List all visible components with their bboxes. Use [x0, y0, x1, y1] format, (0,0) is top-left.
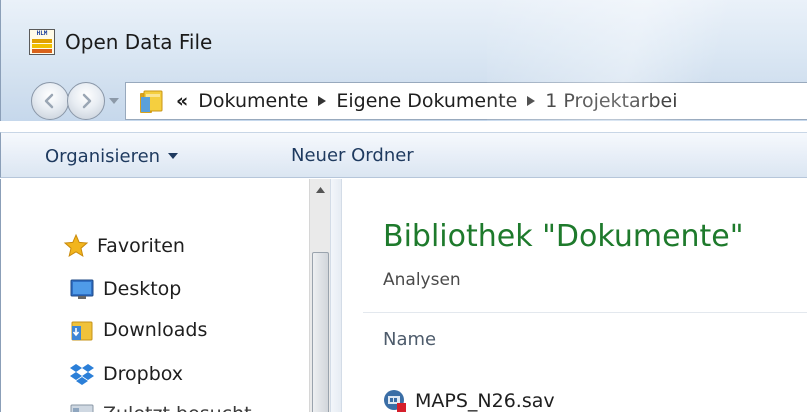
- command-bar: Organisieren Neuer Ordner: [0, 132, 807, 178]
- file-list-item[interactable]: MAPS_N26.sav: [383, 387, 555, 412]
- nav-item-label: Downloads: [103, 319, 208, 341]
- pane-splitter[interactable]: [330, 179, 342, 412]
- nav-pane-scrollbar[interactable]: [309, 179, 331, 412]
- app-icon-label: HLM: [36, 30, 48, 37]
- breadcrumb-separator[interactable]: [527, 96, 536, 106]
- chevron-right-icon: [318, 96, 327, 106]
- chevron-up-icon: [316, 187, 325, 193]
- window-title: Open Data File: [65, 30, 213, 54]
- organize-button[interactable]: Organisieren: [45, 143, 179, 169]
- title-bar[interactable]: HLM Open Data File: [1, 0, 807, 80]
- dropbox-icon: [70, 364, 94, 385]
- chevron-right-icon: [527, 96, 536, 106]
- column-header-name[interactable]: Name: [383, 329, 436, 350]
- star-icon: [63, 233, 89, 258]
- nav-item-favorites[interactable]: Favoriten: [63, 231, 185, 261]
- chevron-down-icon: [109, 98, 119, 104]
- file-name: MAPS_N26.sav: [415, 390, 555, 412]
- navigation-pane: Favoriten Desktop Downloads Dropbox: [0, 179, 331, 412]
- nav-item-desktop[interactable]: Desktop: [69, 274, 181, 304]
- breadcrumb-separator[interactable]: [318, 96, 327, 106]
- address-bar[interactable]: « Dokumente Eigene Dokumente 1 Projektar…: [125, 82, 807, 120]
- nav-item-label: Favoriten: [97, 235, 185, 257]
- forward-arrow-icon: [82, 93, 92, 109]
- chevron-down-icon: [168, 153, 179, 159]
- library-folder-icon: [140, 90, 163, 113]
- recent-places-icon: [70, 404, 94, 412]
- recent-locations-button[interactable]: [107, 94, 121, 108]
- sav-data-file-icon: [384, 390, 406, 412]
- desktop-icon: [70, 279, 94, 299]
- window-chrome: HLM Open Data File « Dokumente Eigene Do…: [0, 0, 807, 121]
- content-pane: Bibliothek "Dokumente" Analysen Name MAP…: [343, 179, 807, 412]
- organize-label: Organisieren: [45, 145, 161, 167]
- open-data-file-dialog: HLM Open Data File « Dokumente Eigene Do…: [0, 0, 807, 412]
- back-button[interactable]: [31, 82, 69, 120]
- library-subtitle[interactable]: Analysen: [383, 270, 461, 290]
- breadcrumb-dokumente[interactable]: Dokumente: [198, 90, 308, 112]
- nav-item-label: Dropbox: [103, 363, 184, 385]
- downloads-folder-icon: [71, 321, 93, 341]
- breadcrumb-eigene-dokumente[interactable]: Eigene Dokumente: [336, 90, 517, 112]
- nav-item-recent[interactable]: Zuletzt besucht: [69, 399, 252, 412]
- header-divider: [363, 312, 807, 313]
- new-folder-button[interactable]: Neuer Ordner: [291, 143, 414, 169]
- nav-item-label: Desktop: [103, 278, 182, 300]
- breadcrumb-projektarbeit[interactable]: 1 Projektarbei: [545, 90, 677, 112]
- nav-item-downloads[interactable]: Downloads: [69, 315, 207, 345]
- back-arrow-icon: [44, 93, 54, 109]
- app-icon: HLM: [29, 29, 55, 55]
- nav-item-dropbox[interactable]: Dropbox: [69, 359, 183, 389]
- forward-button[interactable]: [67, 82, 105, 120]
- scroll-up-button[interactable]: [310, 179, 331, 201]
- nav-item-label: Zuletzt besucht: [103, 403, 252, 412]
- breadcrumb-overflow[interactable]: «: [176, 90, 188, 112]
- library-title: Bibliothek "Dokumente": [383, 219, 744, 254]
- scroll-thumb[interactable]: [312, 252, 329, 412]
